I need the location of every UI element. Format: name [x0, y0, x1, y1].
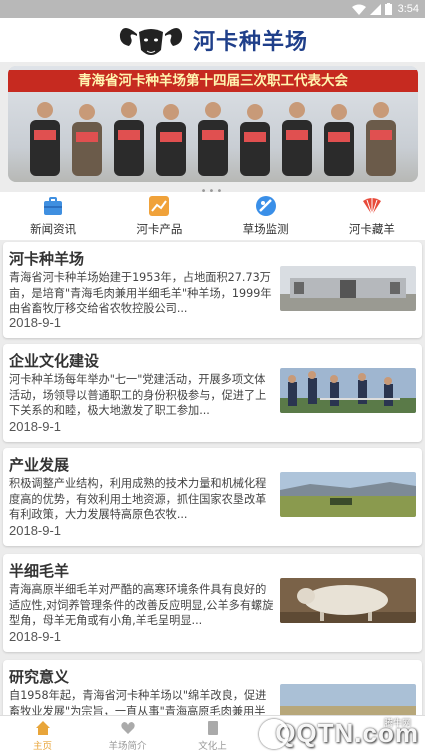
tab-culture[interactable]: 文化上 [170, 716, 255, 755]
watermark-small-text: 腾牛网 [383, 719, 411, 729]
site-watermark: 腾牛网 QQTN.com [255, 712, 425, 755]
article-title: 半细毛羊 [9, 562, 70, 580]
article-summary: 河卡种羊场每年举办"七一"党建活动，开展多项文体活动，场领导以普通职工的身份积极… [9, 373, 267, 417]
tab-farm-intro[interactable]: 羊场简介 [85, 716, 170, 755]
tab-home[interactable]: 主页 [0, 716, 85, 755]
app-header: 河卡种羊场 [0, 18, 425, 62]
article-card[interactable]: 企业文化建设 河卡种羊场每年举办"七一"党建活动，开展多项文体活动，场领导以普通… [3, 344, 422, 442]
quick-nav-sheep[interactable]: 河卡藏羊 [319, 192, 425, 240]
banner-people-illustration [30, 102, 396, 176]
article-date: 2018-9-1 [9, 629, 62, 644]
signal-icon [369, 3, 381, 15]
satellite-icon [255, 196, 276, 216]
tab-label: 主页 [32, 740, 52, 752]
article-thumbnail [280, 472, 416, 517]
article-summary: 青海高原半细毛羊对严酷的高寒环境条件具有良好的适应性,对饲养管理条件的改善反应明… [9, 583, 274, 627]
article-summary: 积极调整产业结构，利用成熟的技术力量和机械化程度高的优势，有效利用土地资源，抓住… [9, 477, 267, 521]
briefcase-icon [44, 197, 63, 215]
watermark-logo-icon [259, 719, 289, 749]
battery-icon [384, 3, 392, 15]
document-icon [207, 720, 218, 735]
article-title: 研究意义 [9, 668, 70, 686]
article-summary: 青海省河卡种羊场始建于1953年，占地面积27.73万亩，是培育"青海毛肉兼用半… [9, 271, 272, 315]
chart-icon [149, 196, 170, 216]
article-thumbnail [280, 266, 416, 311]
home-icon [35, 720, 50, 735]
quick-nav-label: 草场监测 [242, 222, 289, 236]
article-title: 产业发展 [9, 456, 70, 474]
article-card[interactable]: 半细毛羊 青海高原半细毛羊对严酷的高寒环境条件具有良好的适应性,对饲养管理条件的… [3, 554, 422, 652]
tab-label: 羊场简介 [108, 740, 147, 752]
banner-carousel[interactable]: 青海省河卡种羊场第十四届三次职工代表大会 [8, 66, 418, 182]
article-card[interactable]: 河卡种羊场 青海省河卡种羊场始建于1953年，占地面积27.73万亩，是培育"青… [3, 242, 422, 338]
app-title: 河卡种羊场 [192, 29, 308, 55]
article-thumbnail [280, 578, 416, 623]
quick-nav-products[interactable]: 河卡产品 [106, 192, 212, 240]
quick-nav-label: 新闻资讯 [30, 222, 77, 236]
app-screen: 3:54 河卡种羊场 青海省河卡种羊场第十四届三次职工代表大会 新闻资讯 河卡产… [0, 0, 425, 755]
quick-nav-label: 河卡藏羊 [348, 222, 395, 236]
article-thumbnail [280, 368, 416, 413]
article-date: 2018-9-1 [9, 315, 62, 330]
status-time: 3:54 [397, 3, 419, 15]
status-bar: 3:54 [0, 0, 425, 18]
ram-logo-icon [119, 28, 183, 55]
article-date: 2018-9-1 [9, 523, 62, 538]
heart-icon [120, 721, 135, 734]
banner-caption: 青海省河卡种羊场第十四届三次职工代表大会 [8, 70, 418, 92]
article-card[interactable]: 产业发展 积极调整产业结构，利用成熟的技术力量和机械化程度高的优势，有效利用土地… [3, 448, 422, 546]
quick-nav-grassland[interactable]: 草场监测 [213, 192, 319, 240]
article-title: 企业文化建设 [9, 352, 100, 370]
tab-label: 文化上 [198, 740, 227, 752]
fan-icon [362, 198, 381, 216]
article-title: 河卡种羊场 [9, 250, 85, 268]
quick-nav-news[interactable]: 新闻资讯 [0, 192, 106, 240]
quick-nav-label: 河卡产品 [136, 222, 183, 236]
quick-nav: 新闻资讯 河卡产品 草场监测 河卡藏羊 [0, 192, 425, 240]
wifi-icon [351, 4, 366, 15]
article-date: 2018-9-1 [9, 419, 62, 434]
